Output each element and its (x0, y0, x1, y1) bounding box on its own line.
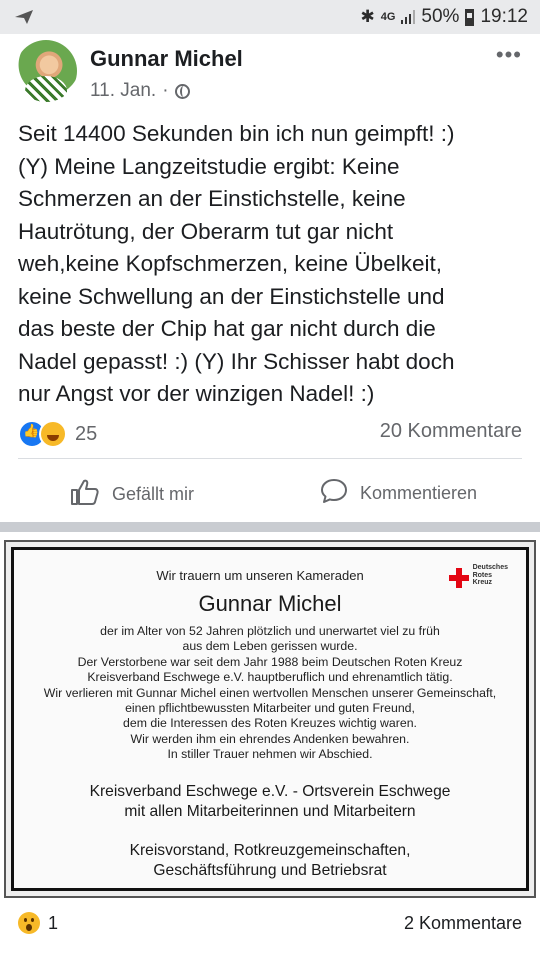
obituary-name: Gunnar Michel (198, 591, 342, 616)
like-button[interactable]: Gefällt mir (70, 478, 194, 511)
reaction-count: 25 (75, 422, 98, 445)
haha-reaction-icon (39, 420, 67, 448)
globe-icon (174, 83, 190, 99)
section-separator (0, 522, 540, 532)
meta-separator: · (162, 80, 169, 101)
post-header: Gunnar Michel 11. Jan. · ••• (0, 34, 540, 114)
more-options-icon[interactable]: ••• (496, 42, 522, 68)
status-bar: ✱ 4G 50% 19:12 (0, 0, 540, 34)
bluetooth-icon: ✱ (360, 7, 375, 26)
comment-icon (320, 478, 348, 509)
post-meta: 11. Jan. · (90, 80, 190, 102)
obituary-board: Kreisvorstand, Rotkreuzgemeinschaften, G… (129, 842, 411, 879)
reaction-summary[interactable]: 25 (18, 420, 97, 448)
divider (18, 458, 522, 459)
avatar[interactable] (15, 40, 77, 102)
author-name[interactable]: Gunnar Michel (90, 46, 243, 72)
post-actions: Gefällt mir Kommentieren (0, 470, 540, 514)
obituary-notice[interactable]: Wir trauern um unseren Kameraden Deutsch… (4, 540, 536, 898)
thumbs-up-icon (70, 478, 100, 511)
signal-icon (401, 10, 416, 24)
obituary-intro-text: Wir trauern um unseren Kameraden (156, 568, 364, 583)
footer-comments-count[interactable]: 2 Kommentare (404, 913, 522, 934)
battery-icon (465, 8, 475, 26)
network-type: 4G (380, 11, 396, 23)
footer-reactions-row: 1 2 Kommentare (18, 910, 522, 940)
wow-reaction-icon[interactable] (18, 912, 40, 934)
red-cross-logo: Deutsches Rotes Kreuz (448, 564, 508, 588)
red-cross-logo-text: Deutsches Rotes Kreuz (472, 564, 508, 586)
clock: 19:12 (480, 6, 528, 27)
reactions-row: 25 20 Kommentare (18, 420, 522, 450)
post-date[interactable]: 11. Jan. (90, 80, 156, 102)
comments-count[interactable]: 20 Kommentare (380, 420, 522, 443)
red-cross-icon (448, 568, 469, 588)
send-icon (14, 9, 34, 30)
comment-label: Kommentieren (360, 483, 478, 503)
obituary-organization: Kreisverband Eschwege e.V. - Ortsverein … (89, 783, 451, 820)
footer-reaction-count[interactable]: 1 (48, 913, 58, 934)
obituary-body: der im Alter von 52 Jahren plötzlich und… (43, 624, 497, 762)
comment-button[interactable]: Kommentieren (320, 478, 477, 509)
like-label: Gefällt mir (112, 484, 195, 504)
post-text: Seit 14400 Sekunden bin ich nun geimpft!… (18, 121, 455, 406)
battery-percent: 50% (421, 6, 460, 27)
obituary-frame: Wir trauern um unseren Kameraden Deutsch… (11, 547, 529, 891)
